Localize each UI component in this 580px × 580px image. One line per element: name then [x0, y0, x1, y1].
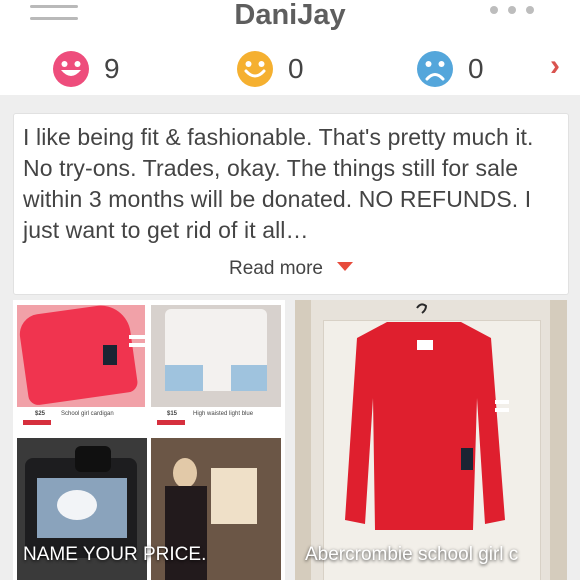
about-text: I like being fit & fashionable. That's p…	[23, 124, 534, 243]
price-label: $25	[35, 411, 46, 417]
shipping-tag	[157, 420, 185, 425]
caption-label: School girl cardigan	[61, 411, 114, 417]
about-card: I like being fit & fashionable. That's p…	[13, 113, 569, 295]
shipping-tag	[23, 420, 51, 425]
listing-title: Abercrombie school girl c	[305, 544, 519, 565]
rating-sad[interactable]: 0	[416, 50, 484, 88]
top-bar: DaniJay	[0, 0, 580, 48]
listing-title: NAME YOUR PRICE.	[23, 544, 207, 565]
chevron-right-icon[interactable]: ›	[550, 49, 560, 83]
rating-happy[interactable]: 0	[236, 50, 304, 88]
cardigan-photo	[17, 305, 145, 407]
caret-down-icon	[337, 262, 353, 272]
more-options-icon[interactable]	[490, 4, 538, 16]
rating-sad-count: 0	[468, 53, 484, 84]
listing-card-collage[interactable]: $25 School girl cardigan $15 High waiste…	[13, 300, 285, 580]
listing-card-cardigan[interactable]: Abercrombie school girl c	[295, 300, 567, 580]
rating-love-count: 9	[104, 53, 120, 84]
caption-label: High waisted light blue	[193, 411, 254, 417]
smiley-happy-icon	[237, 51, 273, 87]
price-label: $15	[167, 411, 178, 417]
rating-happy-count: 0	[288, 53, 304, 84]
read-more-button[interactable]: Read more	[14, 258, 568, 280]
rating-love[interactable]: 9	[52, 50, 120, 88]
ratings-bar: 9 0 0 ›	[0, 47, 580, 95]
read-more-label: Read more	[229, 258, 323, 279]
shorts-photo	[151, 305, 281, 407]
smiley-sad-icon	[417, 51, 453, 87]
smiley-love-icon	[53, 51, 89, 87]
cardigan-image	[345, 303, 509, 530]
collage-captions: $25 School girl cardigan $15 High waiste…	[17, 408, 281, 436]
